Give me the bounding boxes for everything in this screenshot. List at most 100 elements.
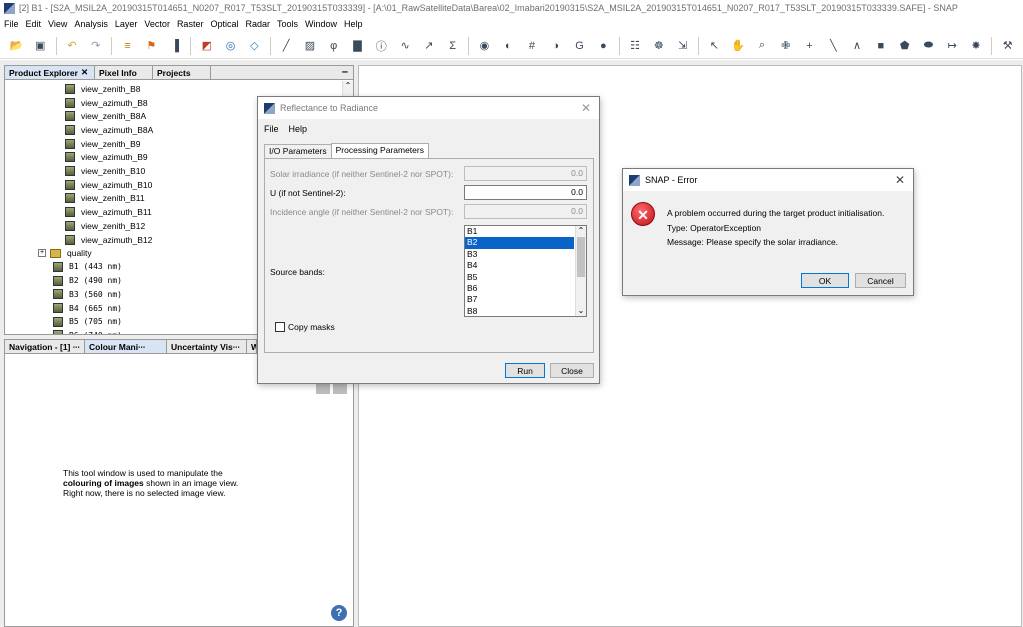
pan-tool-icon[interactable]: ✋ (730, 37, 747, 54)
tree-node[interactable]: B4 (665 nm) (53, 301, 122, 315)
tree-node[interactable]: B1 (443 nm) (53, 260, 122, 274)
layers-icon[interactable]: ◇ (246, 37, 263, 54)
tree-node[interactable]: view_zenith_B9 (65, 137, 141, 151)
pin-manager-icon[interactable]: ◉ (476, 37, 493, 54)
scroll-up-icon[interactable]: ⌃ (576, 226, 586, 236)
menu-edit[interactable]: Edit (26, 19, 42, 29)
menu-vector[interactable]: Vector (144, 19, 170, 29)
color-palette-icon[interactable]: ◩ (198, 37, 215, 54)
tree-node[interactable]: view_azimuth_B11 (65, 205, 152, 219)
copy-masks-checkbox[interactable]: Copy masks (275, 322, 335, 332)
gcp-placing-icon[interactable]: + (801, 37, 818, 54)
tree-node[interactable]: view_azimuth_B9 (65, 151, 148, 165)
tree-node[interactable]: view_zenith_B8A (65, 109, 146, 123)
tab-processing-parameters[interactable]: Processing Parameters (330, 143, 429, 158)
magic-wand-icon[interactable]: ✸ (968, 37, 985, 54)
tree-node[interactable]: B6 (740 nm) (53, 329, 122, 334)
overlay-icon[interactable]: ● (595, 37, 612, 54)
gcp-text-icon[interactable]: G (571, 37, 588, 54)
menu-analysis[interactable]: Analysis (74, 19, 108, 29)
help-icon[interactable]: ? (331, 605, 347, 621)
close-icon[interactable]: ✕ (895, 173, 905, 187)
band-list-item[interactable]: B7 (465, 294, 574, 305)
grid-icon[interactable]: # (524, 37, 541, 54)
ok-button[interactable]: OK (801, 273, 849, 288)
polygon-icon[interactable]: ⬟ (896, 37, 913, 54)
polyline-icon[interactable]: ∧ (849, 37, 866, 54)
minimize-panel-icon[interactable]: – (342, 66, 348, 78)
tree-node[interactable]: B2 (490 nm) (53, 274, 122, 288)
gcp-manager-icon[interactable]: ◐ (500, 37, 517, 54)
tree-node[interactable]: + quality (38, 246, 92, 260)
tree-node[interactable]: view_azimuth_B10 (65, 178, 152, 192)
spectrum-icon[interactable]: φ (325, 37, 342, 54)
range-finder-icon[interactable]: ↦ (944, 37, 961, 54)
line-draw-icon[interactable]: ╲ (825, 37, 842, 54)
ellipse-icon[interactable]: ⬬ (920, 37, 937, 54)
tree-node[interactable]: view_zenith_B12 (65, 219, 145, 233)
source-bands-list[interactable]: B1 B2 B3 B4 B5 B6 B7 B8 ⌃ ⌄ (464, 225, 587, 317)
undo-icon[interactable]: ↶ (64, 37, 81, 54)
histogram-icon[interactable]: ▇ (349, 37, 366, 54)
tree-node[interactable]: B3 (560 nm) (53, 288, 122, 302)
tree-node[interactable]: view_zenith_B10 (65, 164, 145, 178)
close-button[interactable]: Close (550, 363, 594, 378)
lower-tab[interactable]: W (247, 340, 257, 353)
checkbox-box[interactable] (275, 322, 285, 332)
redo-icon[interactable]: ↷ (87, 37, 104, 54)
select-tool-icon[interactable]: ↖ (706, 37, 723, 54)
tab-projects[interactable]: Projects (153, 66, 211, 79)
sigma-icon[interactable]: Σ (444, 37, 461, 54)
band-list-item[interactable]: B5 (465, 272, 574, 283)
band-list-item[interactable]: B6 (465, 283, 574, 294)
band-list-item[interactable]: B1 (465, 226, 574, 237)
menu-optical[interactable]: Optical (210, 19, 238, 29)
band-list-item[interactable]: B3 (465, 249, 574, 260)
band-list-item[interactable]: B8 (465, 306, 574, 316)
close-icon[interactable]: ✕ (581, 101, 591, 115)
menu-file[interactable]: File (4, 19, 19, 29)
tab-pixel-info[interactable]: Pixel Info (95, 66, 153, 79)
lower-tab[interactable]: Navigation - [1] ∙∙∙ (5, 340, 85, 353)
menu-help[interactable]: Help (344, 19, 363, 29)
lower-tab[interactable]: Colour Mani∙∙∙ (85, 340, 167, 353)
menu-layer[interactable]: Layer (115, 19, 138, 29)
menu-raster[interactable]: Raster (177, 19, 204, 29)
profile-plot-icon[interactable]: ╱ (278, 37, 295, 54)
menu-radar[interactable]: Radar (245, 19, 270, 29)
tab-product-explorer[interactable]: Product Explorer ✕ (5, 66, 95, 79)
batch-process-icon[interactable]: ☸ (650, 37, 667, 54)
cancel-button[interactable]: Cancel (855, 273, 906, 288)
lower-tab[interactable]: Uncertainty Vis∙∙∙ (167, 340, 247, 353)
export-icon[interactable]: ⇲ (674, 37, 691, 54)
graph-builder-icon[interactable]: ☷ (627, 37, 644, 54)
open-product-icon[interactable]: 📂 (8, 37, 25, 54)
tree-node[interactable]: view_zenith_B11 (65, 192, 145, 206)
correlation-icon[interactable]: ↗ (420, 37, 437, 54)
dialog-menu-help[interactable]: Help (289, 124, 308, 134)
tree-node[interactable]: view_azimuth_B12 (65, 233, 152, 247)
tree-node[interactable]: view_azimuth_B8A (65, 123, 153, 137)
mask-icon[interactable]: ◑ (547, 37, 564, 54)
u-input[interactable]: 0.0 (464, 185, 587, 200)
flag-icon[interactable]: ⚑ (143, 37, 160, 54)
tree-node[interactable]: B5 (705 nm) (53, 315, 122, 329)
rectangle-icon[interactable]: ■ (872, 37, 889, 54)
band-maths-icon[interactable]: ≡ (119, 37, 136, 54)
wrench-icon[interactable]: ⚒ (999, 37, 1016, 54)
zoom-tool-icon[interactable]: ⌕ (754, 37, 771, 54)
pin-placing-icon[interactable]: ✙ (777, 37, 794, 54)
scroll-down-icon[interactable]: ⌄ (576, 306, 586, 316)
close-tab-icon[interactable]: ✕ (81, 67, 88, 78)
histogram-bars-icon[interactable]: ▐ (167, 37, 184, 54)
scatter-plot-icon[interactable]: ▨ (302, 37, 319, 54)
expand-icon[interactable]: + (38, 249, 46, 258)
save-product-icon[interactable]: ▣ (32, 37, 49, 54)
menu-tools[interactable]: Tools (277, 19, 298, 29)
scroll-thumb[interactable] (577, 237, 585, 277)
run-button[interactable]: Run (505, 363, 545, 378)
dialog-menu-file[interactable]: File (264, 124, 279, 134)
menu-window[interactable]: Window (305, 19, 337, 29)
incidence-angle-input[interactable]: 0.0 (464, 204, 587, 219)
solar-irradiance-input[interactable]: 0.0 (464, 166, 587, 181)
